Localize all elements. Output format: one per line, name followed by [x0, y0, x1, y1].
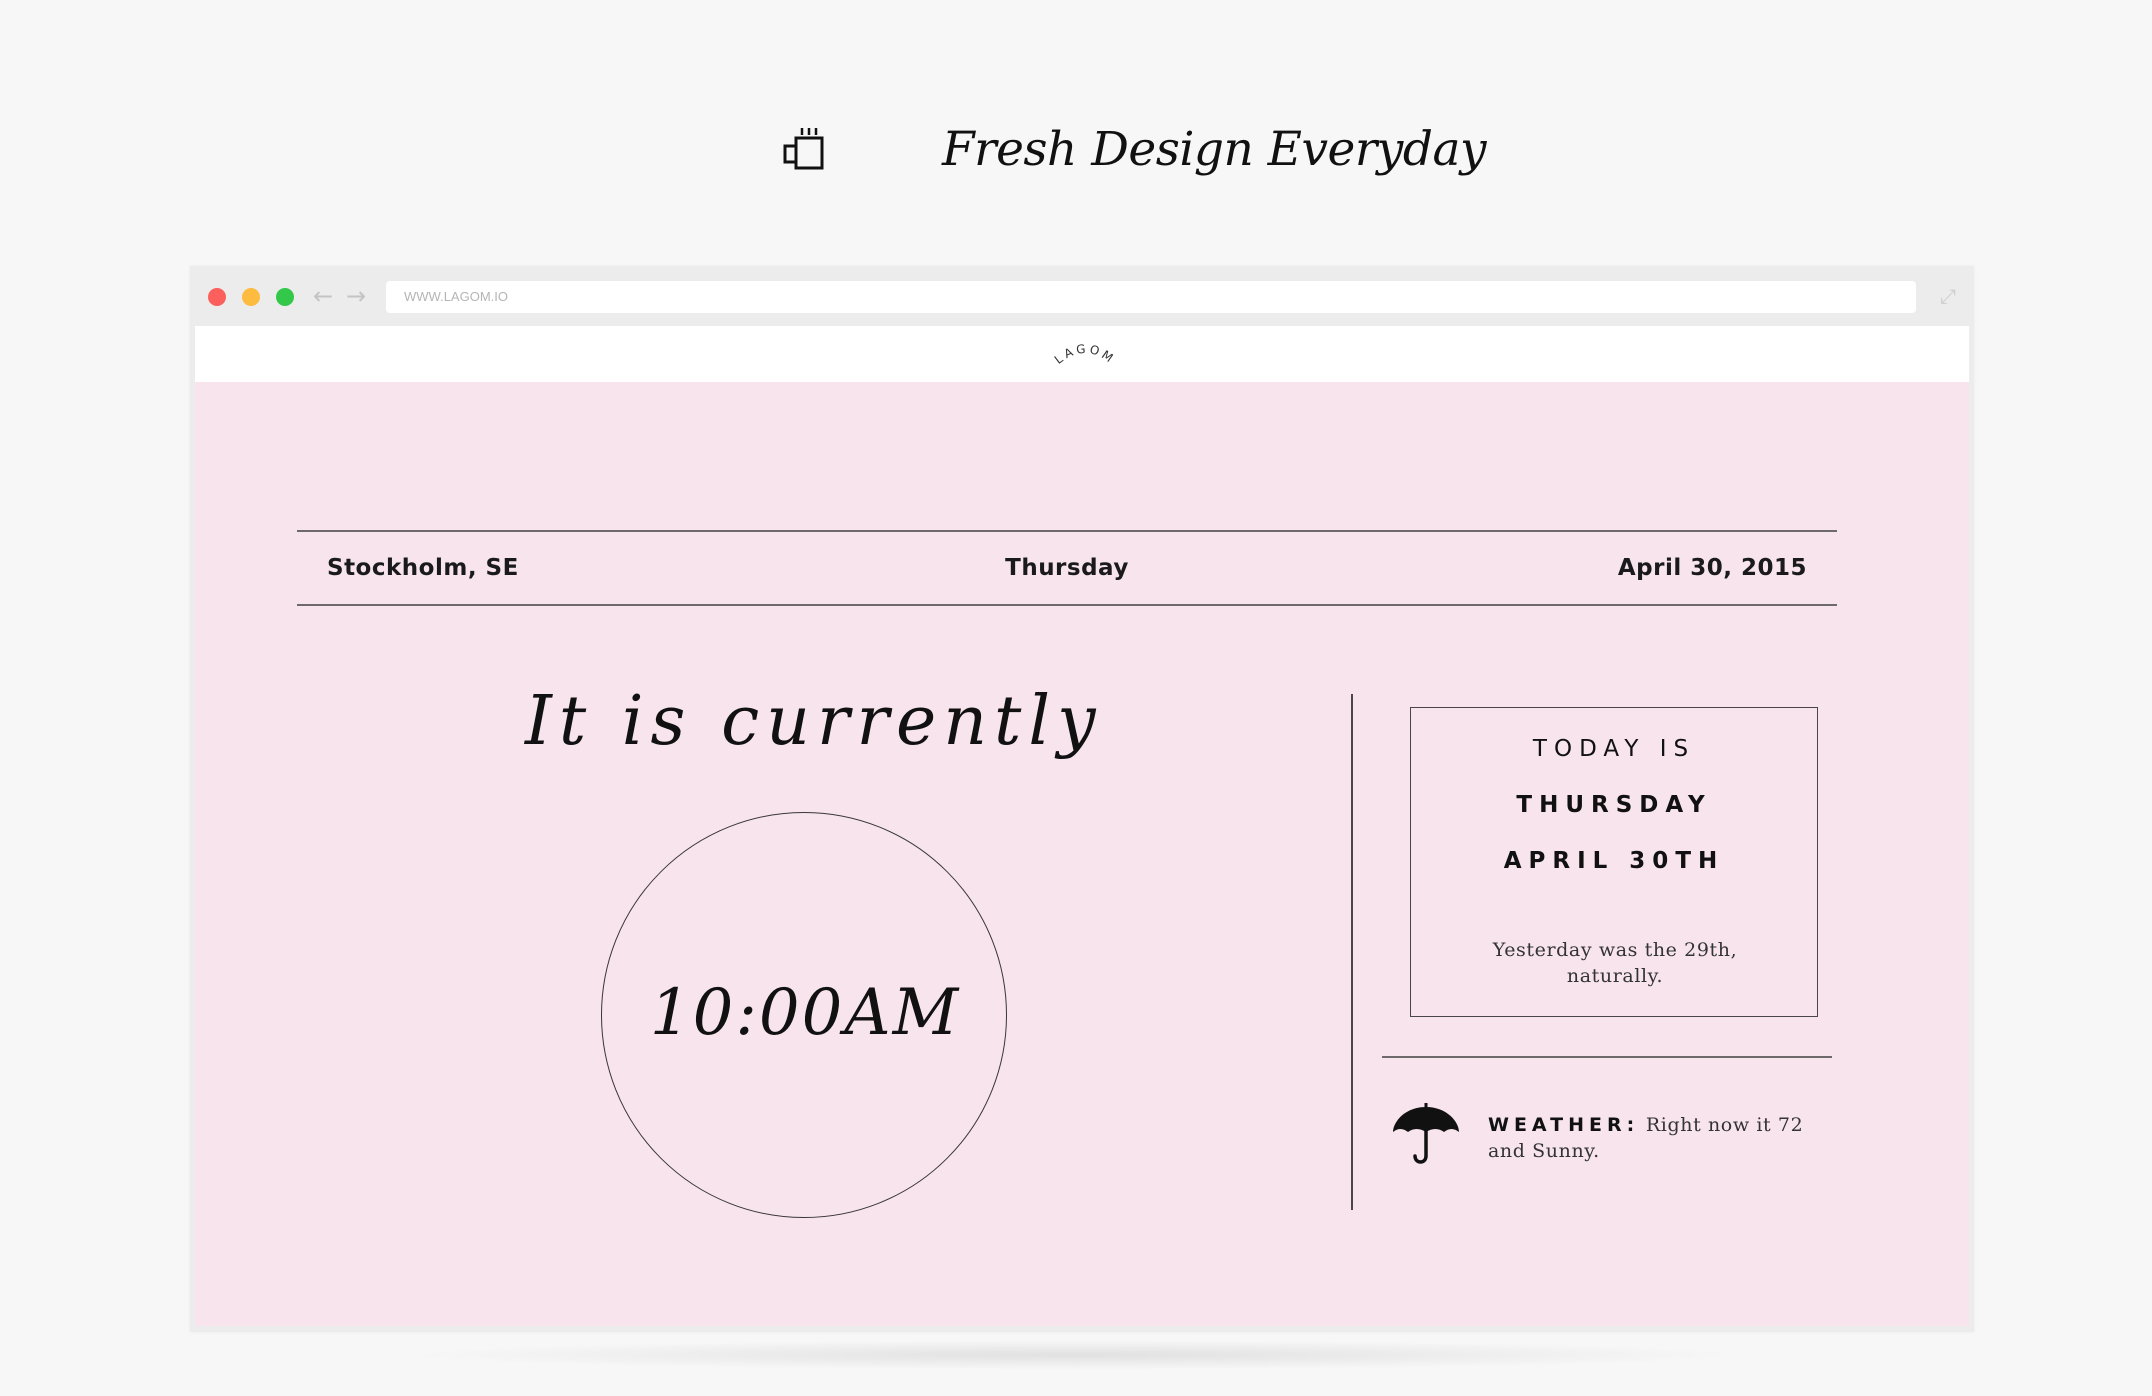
tagline: Fresh Design Everyday: [942, 122, 1487, 177]
zoom-window-button[interactable]: [276, 288, 294, 306]
browser-shadow: [400, 1340, 1750, 1370]
fullscreen-icon[interactable]: ⤢: [1936, 284, 1960, 308]
browser-toolbar: ← → WWW.LAGOM.IO ⤢: [190, 266, 1974, 324]
today-card: TODAY IS THURSDAY APRIL 30TH Yesterday w…: [1410, 707, 1818, 1017]
site-logo-text: LAGOM: [1052, 342, 1115, 367]
back-arrow-icon[interactable]: ←: [310, 282, 336, 310]
clock-label: It is currently: [525, 682, 1103, 761]
location: Stockholm, SE: [327, 555, 519, 581]
info-bar: Thursday Stockholm, SE April 30, 2015: [297, 530, 1837, 606]
clock-circle: 10:00AM: [601, 812, 1007, 1218]
close-window-button[interactable]: [208, 288, 226, 306]
site-logo[interactable]: LAGOM: [1045, 334, 1125, 376]
svg-text:LAGOM: LAGOM: [1052, 342, 1118, 367]
weather-section: WEATHER: Right now it 72 and Sunny.: [1391, 1102, 1831, 1182]
date: April 30, 2015: [1617, 555, 1807, 581]
forward-arrow-icon[interactable]: →: [343, 282, 369, 310]
weather-text: WEATHER: Right now it 72 and Sunny.: [1488, 1112, 1833, 1164]
address-bar[interactable]: WWW.LAGOM.IO: [386, 281, 1916, 313]
umbrella-icon: [1393, 1103, 1459, 1164]
today-line-3: APRIL 30TH: [1503, 848, 1725, 874]
horizontal-divider: [1382, 1056, 1832, 1058]
coffee-cup-icon: [783, 128, 824, 170]
minimize-window-button[interactable]: [242, 288, 260, 306]
page-content: Thursday Stockholm, SE April 30, 2015 It…: [195, 382, 1969, 1326]
clock-time: 10:00AM: [649, 976, 961, 1050]
weekday: Thursday: [1005, 555, 1129, 581]
vertical-divider: [1351, 694, 1353, 1210]
today-line-1: TODAY IS: [1532, 736, 1696, 762]
today-note: Yesterday was the 29th, naturally.: [1492, 939, 1738, 987]
site-header: LAGOM: [195, 326, 1969, 382]
brand-header: Fresh Design Everyday: [0, 110, 2152, 190]
browser-window: ← → WWW.LAGOM.IO ⤢ LAGOM Thursday Stockh…: [190, 266, 1974, 1332]
weather-label: WEATHER:: [1488, 1114, 1640, 1136]
today-line-2: THURSDAY: [1516, 792, 1712, 818]
